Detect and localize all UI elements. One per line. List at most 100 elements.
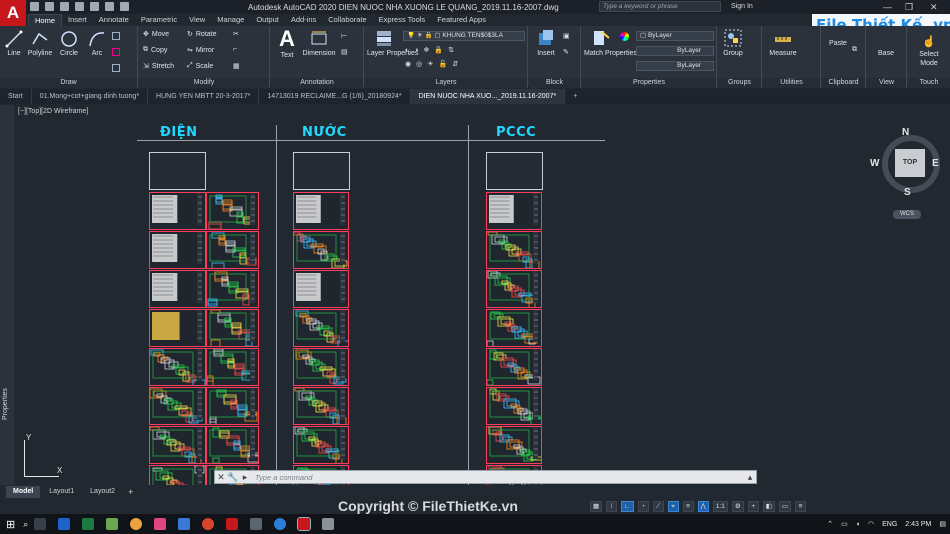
layer-lock-icon[interactable]: 🔒 [434,46,443,54]
save-as-icon[interactable] [75,2,84,11]
compass-east[interactable]: E [932,158,939,169]
measure-tool[interactable]: Measure [767,30,799,57]
drawing-sheet-thumbnail[interactable] [293,231,349,269]
autocad-logo-button[interactable]: A [0,0,26,26]
copy-clip-icon[interactable]: ⧉ [852,46,857,54]
clipboard-panel-title[interactable]: Clipboard [822,78,865,88]
select-mode-tool[interactable]: ☝ Select Mode [910,36,948,68]
app-icon-green[interactable] [106,518,119,530]
ribbon-tab-insert[interactable]: Insert [62,14,93,26]
text-tool[interactable]: A Text [275,28,299,60]
isolate-objects-icon[interactable]: ◧ [762,500,775,512]
snap-icon[interactable]: ⁞ [606,500,618,512]
notification-icon[interactable]: ▤ [939,520,946,528]
leader-icon[interactable]: ⊢ [341,32,347,40]
tray-volume-icon[interactable]: ◖ [856,521,860,528]
viewcube[interactable]: TOP N S E W [870,125,942,205]
ribbon-tab-parametric[interactable]: Parametric [135,14,183,26]
layers-panel-title[interactable]: Layers [365,78,527,88]
drawing-sheet-thumbnail[interactable] [486,270,542,308]
layer-match-icon[interactable]: ⇅ [448,46,454,54]
current-layer-dropdown[interactable]: 💡 ☀ 🔒 ▢ KHUNG TEN$0$3LA [403,31,525,41]
search-input[interactable]: Type a keyword or phrase [599,1,721,12]
compass-west[interactable]: W [870,158,879,169]
base-tool[interactable]: Base [873,50,899,57]
boundary-icon[interactable] [112,64,120,72]
tray-network-icon[interactable]: ▭ [841,520,848,528]
app-icon-pink[interactable] [154,518,167,530]
grid-icon[interactable]: ▦ [590,500,603,512]
osnap-icon[interactable]: ⌖ [667,500,679,512]
copy-tool[interactable]: ⧉ Copy [143,46,167,54]
drawing-sheet-thumbnail[interactable] [486,192,542,230]
app-icon-blue[interactable] [178,518,191,530]
clock[interactable]: 2:43 PM [905,521,931,528]
file-tab[interactable]: HUNG YEN MBTT 20-3-2017* [148,89,260,104]
drawing-sheet-thumbnail[interactable] [149,348,206,386]
drawing-sheet-thumbnail[interactable] [293,309,349,347]
linetype-dropdown[interactable]: ByLayer [636,46,714,56]
tray-chevron-icon[interactable]: ⌃ [827,520,833,528]
app-icon-gray[interactable] [250,518,263,530]
drawing-sheet-thumbnail[interactable] [149,309,206,347]
rotate-tool[interactable]: ↻ Rotate [187,30,217,39]
ribbon-tab-featured-apps[interactable]: Featured Apps [431,14,492,26]
drawing-sheet-thumbnail[interactable] [206,231,259,269]
paste-tool[interactable]: Paste [826,40,850,47]
compass-south[interactable]: S [904,187,911,198]
drawing-sheet-thumbnail[interactable] [206,309,259,347]
trim-icon[interactable]: ✂ [233,30,239,38]
command-input[interactable]: Type a command [251,473,744,482]
new-tab-button[interactable]: + [565,89,585,104]
windows-start-icon[interactable]: ⊞ [6,518,15,531]
layer-isolate-icon[interactable]: ◑ [414,47,418,54]
mirror-tool[interactable]: ⇋ Mirror [187,46,214,55]
add-layout-button[interactable]: + [124,486,137,498]
command-history-icon[interactable]: ▸ [239,472,251,483]
layer-properties-tool[interactable]: Layer Properties [367,28,418,57]
minimize-icon[interactable]: — [883,2,892,12]
modify-panel-title[interactable]: Modify [139,78,269,88]
drawing-sheet-thumbnail[interactable] [149,426,206,464]
color-dropdown[interactable]: ▢ ByLayer [636,31,714,41]
print-icon[interactable] [90,2,99,11]
drawing-sheet-thumbnail[interactable] [149,192,206,230]
drawing-sheet-thumbnail[interactable] [293,270,349,308]
file-tab[interactable]: 01.Mong+cot+giang dinh tuong* [32,89,149,104]
insert-tool[interactable]: Insert [533,28,559,57]
workspace-gear-icon[interactable]: ⚙ [731,500,744,512]
drawing-sheet-thumbnail[interactable] [149,231,206,269]
drawing-sheet-thumbnail[interactable] [486,231,542,269]
redo-icon[interactable] [120,2,129,11]
drawing-sheet-thumbnail[interactable] [486,309,542,347]
ribbon-tab-output[interactable]: Output [250,14,285,26]
layer-unisolate-icon[interactable]: ◎ [416,60,422,68]
drawing-sheet-thumbnail[interactable] [293,348,349,386]
autocad-taskbar-icon[interactable] [297,517,312,531]
table-icon[interactable]: ▤ [341,48,348,56]
word-icon[interactable] [58,518,71,530]
chrome-icon[interactable] [130,518,143,530]
ribbon-tab-view[interactable]: View [183,14,211,26]
group-tool[interactable]: Group [721,28,745,57]
cover-sheet-dien[interactable] [149,152,206,190]
block-panel-title[interactable]: Block [529,78,580,88]
edit-block-icon[interactable]: ✎ [563,48,569,56]
taskbar-search-icon[interactable]: ⌕ [23,519,28,530]
viewport-controls-label[interactable]: [−][Top][2D Wireframe] [18,108,88,115]
layout-tab[interactable]: Model [6,486,41,498]
annotation-panel-title[interactable]: Annotation [271,78,363,88]
open-file-icon[interactable] [45,2,54,11]
undo-icon[interactable] [105,2,114,11]
input-language[interactable]: ENG [882,521,897,528]
app-icon-autocad-red[interactable] [226,518,239,530]
drawing-sheet-thumbnail[interactable] [149,465,206,485]
command-customize-icon[interactable]: 🔧 [227,472,239,483]
polyline-tool[interactable]: Polyline [26,30,54,57]
scale-tool[interactable]: ⤢ Scale [187,62,213,70]
properties-panel-title[interactable]: Properties [582,78,716,88]
fillet-icon[interactable]: ⌐ [233,46,237,53]
viewcube-top-face[interactable]: TOP [895,149,925,177]
task-view-icon[interactable] [34,518,47,530]
layer-unlock-icon[interactable]: 🔓 [439,60,448,68]
